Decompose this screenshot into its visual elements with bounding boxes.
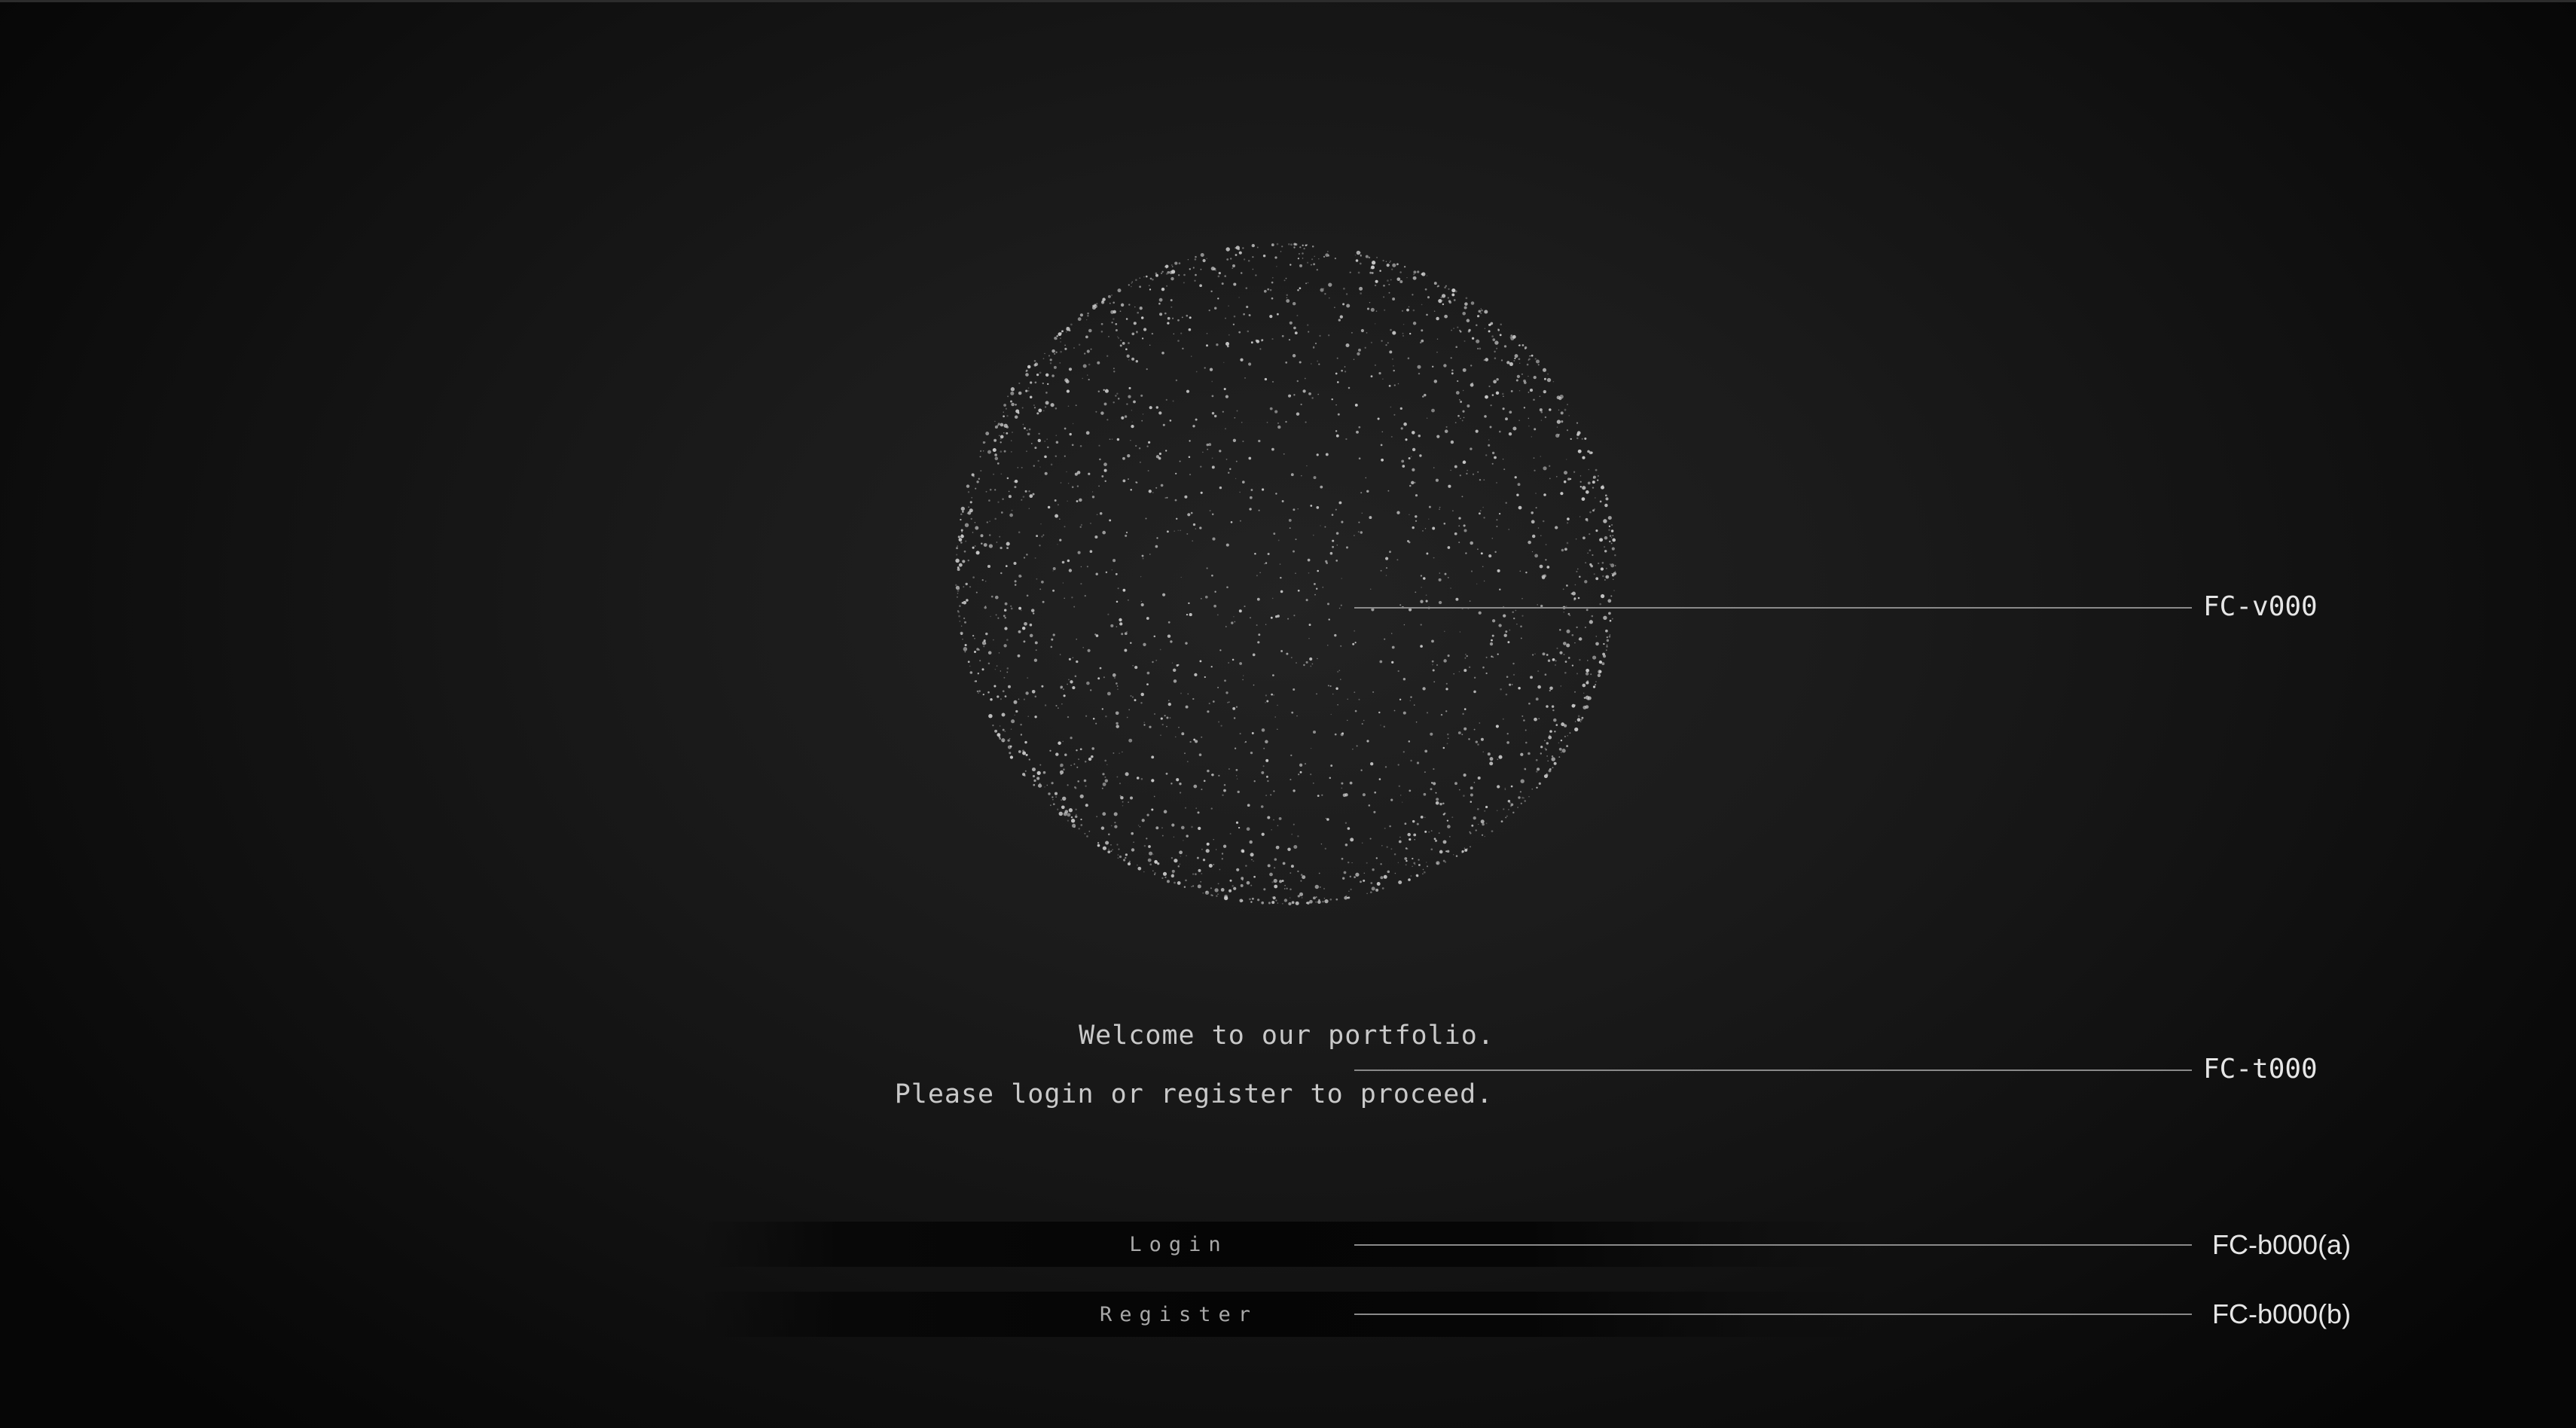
window-top-edge [0, 0, 2576, 2]
welcome-instruction: Please login or register to proceed. [894, 1079, 1494, 1109]
callout-line-visual [1354, 607, 2192, 609]
callout-line-text [1354, 1069, 2192, 1071]
particle-sphere [955, 243, 1616, 906]
callout-label-visual: FC-v000 [2203, 591, 2318, 622]
register-button-label: Register [1099, 1302, 1259, 1326]
login-button-label: Login [1129, 1232, 1228, 1256]
callout-label-button-a: FC-b000(a) [2212, 1229, 2352, 1260]
callout-line-button-a [1354, 1244, 2192, 1246]
callout-label-text: FC-t000 [2203, 1054, 2318, 1085]
landing-page: Welcome to our portfolio. Please login o… [0, 0, 2576, 1428]
callout-label-button-b: FC-b000(b) [2212, 1298, 2352, 1329]
welcome-heading: Welcome to our portfolio. [1079, 1021, 1494, 1051]
callout-line-button-b [1354, 1314, 2192, 1315]
